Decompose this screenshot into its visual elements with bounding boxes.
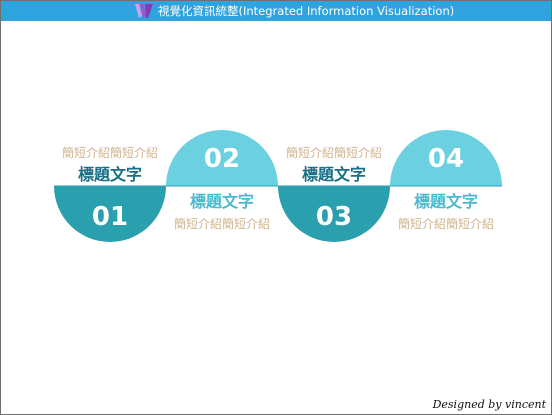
step-2-description: 簡短介紹簡短介紹 bbox=[173, 217, 270, 231]
step-1-number: 01 bbox=[91, 202, 129, 232]
step-2-number: 02 bbox=[203, 144, 241, 174]
step-2-heading: 標題文字 bbox=[189, 192, 254, 211]
step-4-heading: 標題文字 bbox=[413, 192, 478, 211]
step-4-description: 簡短介紹簡短介紹 bbox=[397, 217, 494, 231]
step-3-heading: 標題文字 bbox=[301, 165, 366, 184]
step-3-description: 簡短介紹簡短介紹 bbox=[285, 146, 382, 160]
designer-credit: Designed by vincent bbox=[432, 398, 546, 411]
step-3-number: 03 bbox=[315, 202, 353, 232]
step-4-number: 04 bbox=[427, 144, 465, 174]
step-1-heading: 標題文字 bbox=[77, 165, 142, 184]
step-1-description: 簡短介紹簡短介紹 bbox=[61, 146, 158, 160]
